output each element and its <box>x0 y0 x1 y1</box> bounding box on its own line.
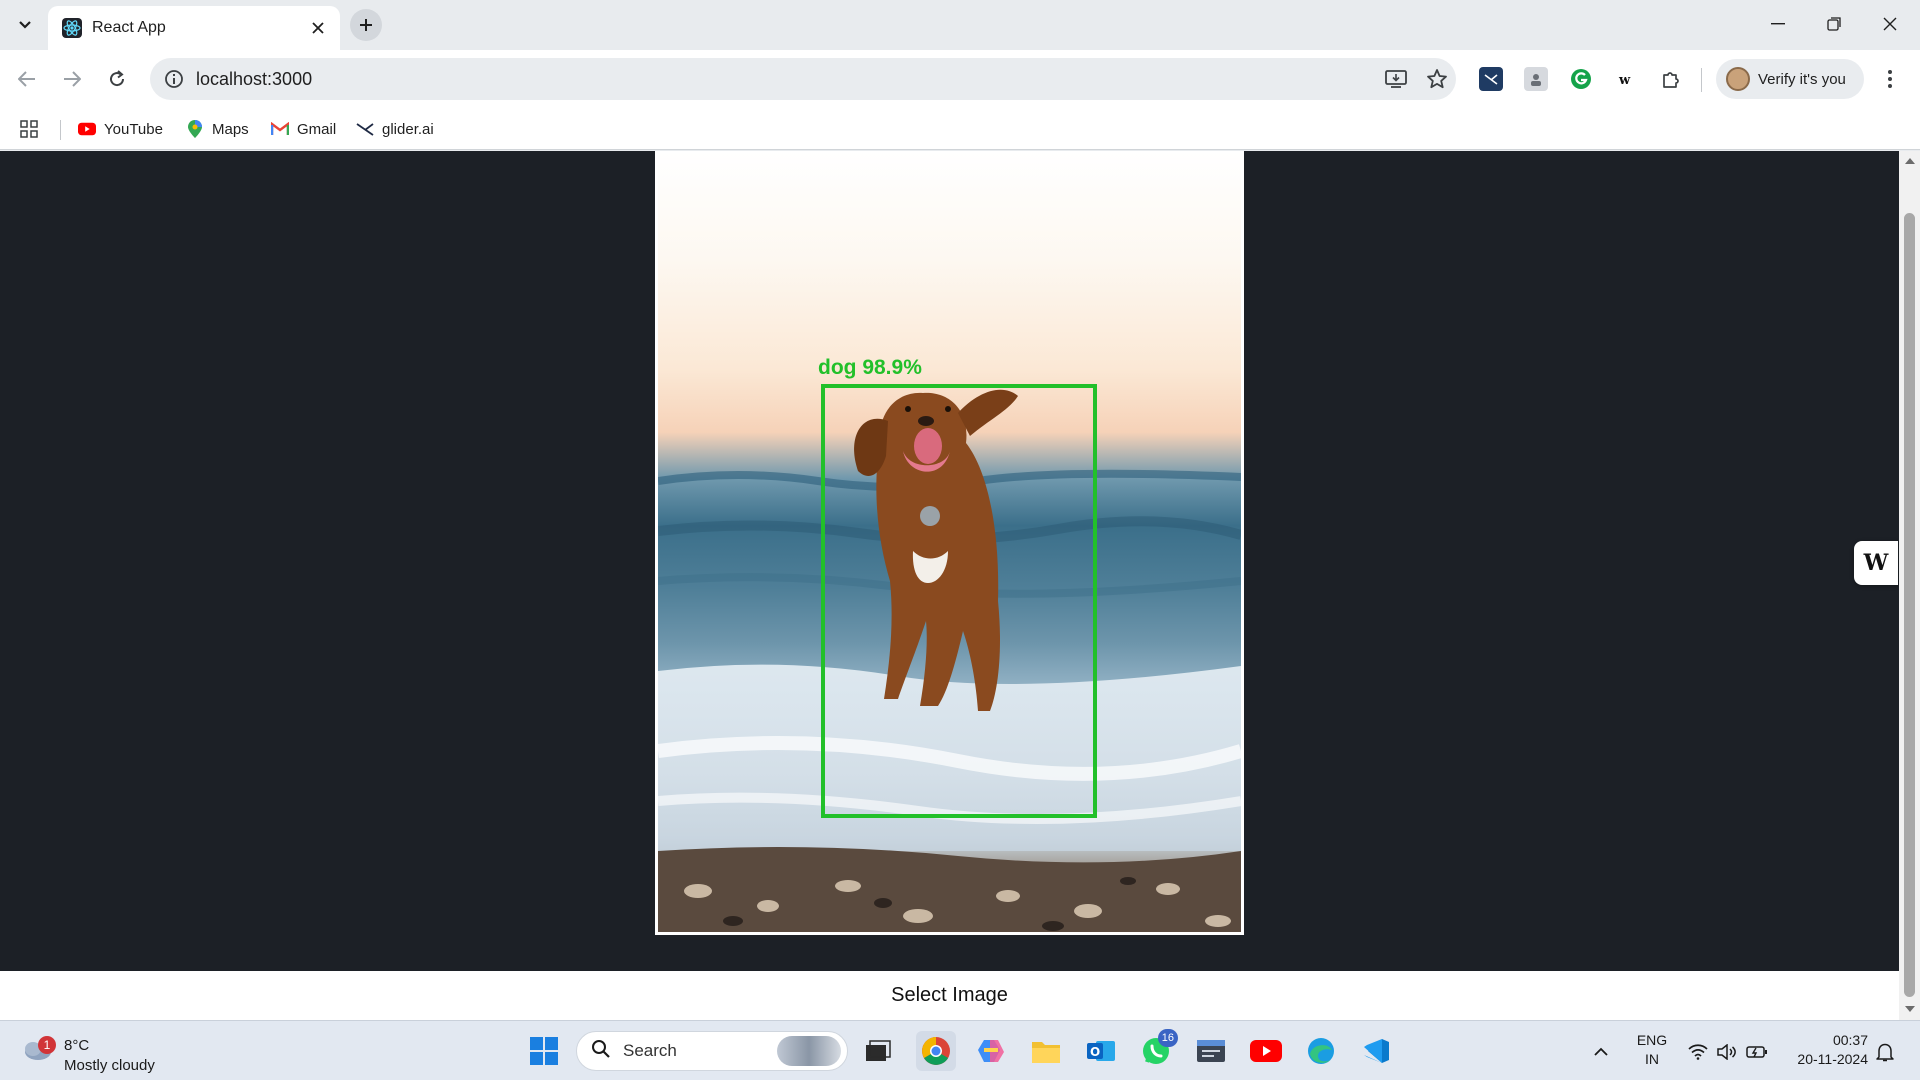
forward-arrow-icon[interactable] <box>55 62 89 96</box>
vscode-icon[interactable] <box>1356 1031 1396 1071</box>
new-tab-button[interactable] <box>350 9 382 41</box>
youtube-icon <box>78 120 96 138</box>
scroll-up-icon[interactable] <box>1904 155 1915 165</box>
svg-text:w: w <box>1618 73 1631 88</box>
toolbar-divider <box>1701 68 1702 92</box>
battery-icon[interactable] <box>1746 1041 1768 1063</box>
gmail-icon <box>271 120 289 138</box>
chevron-up-icon[interactable] <box>1590 1041 1612 1063</box>
windows-taskbar: 1 8°C Mostly cloudy Search O 16 ENG IN 0… <box>0 1020 1920 1080</box>
language-code: ENG <box>1636 1032 1668 1048</box>
taskbar-search[interactable]: Search <box>576 1031 848 1071</box>
tab-search-chevron-icon[interactable] <box>10 11 40 39</box>
avatar <box>1726 67 1750 91</box>
bookmark-youtube[interactable]: YouTube <box>78 116 163 142</box>
reload-icon[interactable] <box>100 62 134 96</box>
glider-icon <box>356 120 374 138</box>
wifi-icon[interactable] <box>1687 1041 1709 1063</box>
chrome-icon[interactable] <box>916 1031 956 1071</box>
weather-temp: 8°C <box>64 1037 90 1054</box>
bookmark-label: glider.ai <box>382 120 434 138</box>
wordtune-floating-widget[interactable]: W <box>1854 541 1898 585</box>
bookmark-maps[interactable]: Maps <box>186 116 249 142</box>
youtube-app-icon[interactable] <box>1246 1031 1286 1071</box>
react-icon <box>62 18 82 38</box>
detection-label: dog 98.9% <box>818 356 922 379</box>
svg-text:O: O <box>1090 1045 1100 1059</box>
profile-button[interactable]: Verify it's you <box>1716 59 1864 99</box>
detection-bounding-box <box>821 384 1097 818</box>
address-bar[interactable]: localhost:3000 <box>150 58 1456 100</box>
apps-grid-icon[interactable] <box>20 116 38 142</box>
weather-widget[interactable]: 1 8°C Mostly cloudy <box>20 1029 200 1074</box>
bookmark-star-icon[interactable] <box>1425 67 1449 91</box>
restore-button[interactable] <box>1806 0 1862 48</box>
bookmarks-bar: YouTube Maps Gmail glider.ai <box>0 108 1920 150</box>
weather-desc: Mostly cloudy <box>64 1057 155 1074</box>
back-arrow-icon[interactable] <box>10 62 44 96</box>
task-view-icon[interactable] <box>858 1031 898 1071</box>
clock-time: 00:37 <box>1832 1032 1868 1048</box>
bookmark-gmail[interactable]: Gmail <box>271 116 336 142</box>
active-tab[interactable]: React App <box>48 6 340 50</box>
minimize-button[interactable] <box>1750 0 1806 48</box>
browser-toolbar: localhost:3000 w Verify it's you <box>0 50 1920 108</box>
site-info-icon[interactable] <box>162 67 186 91</box>
profile-label: Verify it's you <box>1758 70 1846 88</box>
glider-extension-icon[interactable] <box>1479 67 1503 91</box>
uploaded-image: dog 98.9% <box>655 151 1244 935</box>
copilot-icon[interactable] <box>971 1031 1011 1071</box>
scroll-down-icon[interactable] <box>1904 1004 1915 1014</box>
search-icon <box>591 1039 611 1064</box>
page-viewport: dog 98.9% Select Image <box>0 151 1899 1020</box>
search-label: Search <box>623 1041 677 1060</box>
page-scrollbar[interactable] <box>1899 151 1920 1020</box>
edge-icon[interactable] <box>1301 1031 1341 1071</box>
tab-close-icon[interactable] <box>308 18 328 38</box>
region-code: IN <box>1645 1051 1659 1067</box>
clock-date: 20-11-2024 <box>1797 1051 1868 1067</box>
puzzle-icon[interactable] <box>1659 67 1683 91</box>
more-menu-icon[interactable] <box>1878 67 1902 91</box>
grammarly-icon[interactable] <box>1569 67 1593 91</box>
maps-icon <box>186 120 204 138</box>
url-text[interactable]: localhost:3000 <box>196 69 312 90</box>
language-indicator[interactable]: ENG IN <box>1634 1031 1670 1069</box>
tab-title: React App <box>92 19 166 36</box>
bookmark-glider[interactable]: glider.ai <box>356 116 434 142</box>
whatsapp-icon[interactable]: 16 <box>1136 1029 1178 1071</box>
profile-extension-icon[interactable] <box>1524 67 1548 91</box>
search-highlight-art <box>777 1036 841 1066</box>
scroll-thumb[interactable] <box>1904 213 1915 997</box>
whatsapp-unread-badge: 16 <box>1157 1029 1178 1047</box>
select-image-button[interactable]: Select Image <box>0 971 1899 1020</box>
system-clock[interactable]: 00:37 20-11-2024 <box>1782 1031 1868 1069</box>
volume-icon[interactable] <box>1716 1041 1738 1063</box>
bookmark-label: Maps <box>212 120 249 138</box>
app-background: dog 98.9% <box>0 151 1899 971</box>
bookmarks-divider <box>60 120 61 140</box>
outlook-icon[interactable]: O <box>1081 1031 1121 1071</box>
weather-alert-badge: 1 <box>38 1036 56 1054</box>
file-explorer-icon[interactable] <box>1026 1031 1066 1071</box>
bookmark-label: Gmail <box>297 120 337 138</box>
windows-start-icon[interactable] <box>524 1031 564 1071</box>
install-app-icon[interactable] <box>1384 67 1408 91</box>
tab-strip: React App <box>0 0 1920 50</box>
notification-bell-icon[interactable] <box>1874 1041 1896 1063</box>
close-window-button[interactable] <box>1862 0 1918 48</box>
wordtune-icon[interactable]: w <box>1614 67 1638 91</box>
bookmark-label: YouTube <box>104 120 163 138</box>
terminal-app-icon[interactable] <box>1191 1031 1231 1071</box>
